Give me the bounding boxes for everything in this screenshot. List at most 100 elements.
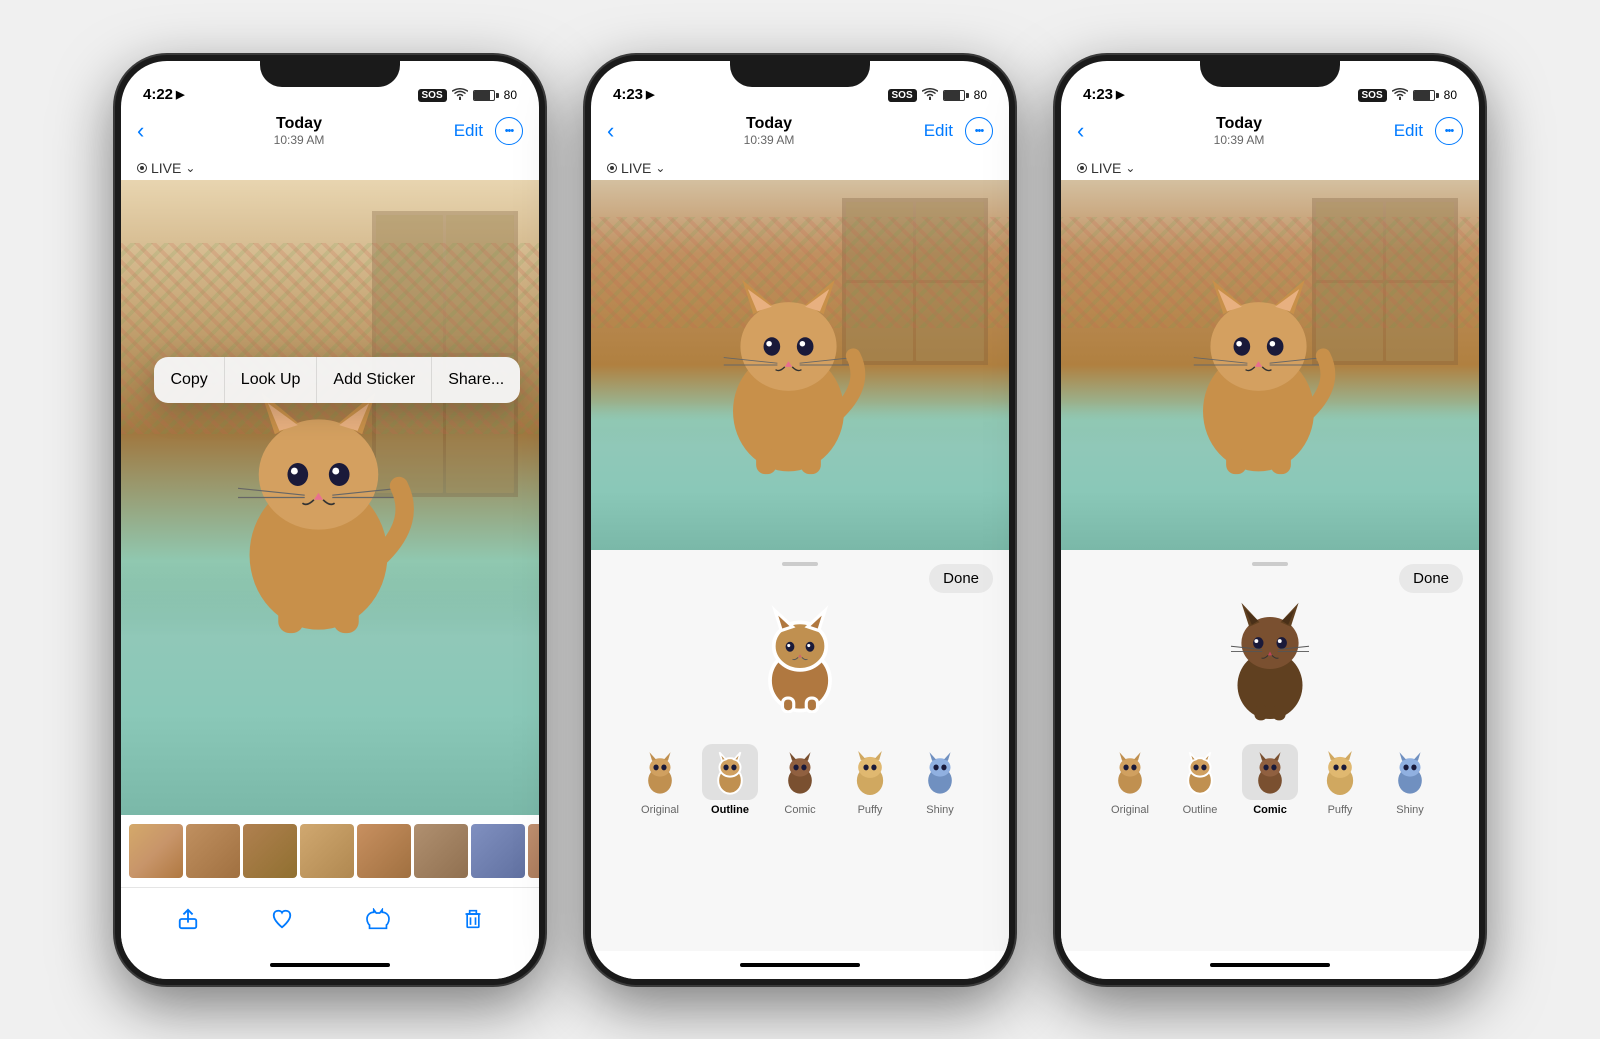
thumb-2[interactable] — [186, 824, 240, 878]
live-bar-1: LIVE ⌄ — [121, 153, 539, 180]
status-icons-3: SOS 80 — [1358, 88, 1457, 103]
sticker-options-2: Original — [632, 736, 968, 820]
notch-3 — [1200, 55, 1340, 87]
thumb-5[interactable] — [357, 824, 411, 878]
battery-3 — [1413, 90, 1439, 101]
sticker-option-comic-3[interactable]: Comic — [1242, 744, 1298, 816]
thumb-1[interactable] — [129, 824, 183, 878]
time-display-1: 4:22 ▶ — [143, 86, 185, 103]
nav-title-1: Today 10:39 AM — [274, 115, 325, 147]
battery-label-3: 80 — [1444, 88, 1457, 102]
context-add-sticker[interactable]: Add Sticker — [317, 357, 432, 403]
status-icons-2: SOS 80 — [888, 88, 987, 103]
sticker-panel-3: Done — [1061, 550, 1479, 951]
time-display-2: 4:23 ▶ — [613, 86, 655, 103]
context-menu-1: Copy Look Up Add Sticker Share... — [154, 357, 520, 403]
phone-body-2: 4:23 ▶ SOS — [585, 55, 1015, 985]
sticker-option-shiny-2[interactable]: Shiny — [912, 744, 968, 816]
location-icon-2: ▶ — [646, 88, 654, 101]
more-button-1[interactable]: ••• — [495, 117, 523, 145]
room-bg-1 — [121, 180, 539, 815]
edit-button-1[interactable]: Edit — [454, 121, 483, 141]
done-button-2[interactable]: Done — [929, 564, 993, 593]
edit-button-3[interactable]: Edit — [1394, 121, 1423, 141]
home-bar-2 — [740, 963, 860, 967]
more-button-3[interactable]: ••• — [1435, 117, 1463, 145]
battery-label-1: 80 — [504, 88, 517, 102]
nav-actions-2: Edit ••• — [924, 117, 993, 145]
sos-badge-3: SOS — [1358, 89, 1387, 102]
edit-button-2[interactable]: Edit — [924, 121, 953, 141]
context-copy[interactable]: Copy — [154, 357, 224, 403]
photo-bg-3 — [1061, 180, 1479, 550]
done-button-3[interactable]: Done — [1399, 564, 1463, 593]
notch-2 — [730, 55, 870, 87]
photo-bg-2 — [591, 180, 1009, 550]
sticker-option-comic-2[interactable]: Comic — [772, 744, 828, 816]
thumb-7[interactable] — [471, 824, 525, 878]
sos-badge-1: SOS — [418, 89, 447, 102]
nav-bar-1: ‹ Today 10:39 AM Edit ••• — [121, 109, 539, 153]
photo-area-3[interactable] — [1061, 180, 1479, 550]
live-badge-3[interactable]: LIVE ⌄ — [1077, 160, 1135, 176]
screen-1: 4:22 ▶ SOS — [121, 61, 539, 979]
room-bg-2 — [591, 180, 1009, 550]
screen-2: 4:23 ▶ SOS — [591, 61, 1009, 979]
thumb-6[interactable] — [414, 824, 468, 878]
home-indicator-1 — [121, 951, 539, 979]
location-icon-3: ▶ — [1116, 88, 1124, 101]
cat-button-1[interactable] — [365, 908, 391, 930]
notch-1 — [260, 55, 400, 87]
share-button-1[interactable] — [177, 908, 199, 930]
status-icons-1: SOS 80 — [418, 88, 517, 103]
battery-label-2: 80 — [974, 88, 987, 102]
more-button-2[interactable]: ••• — [965, 117, 993, 145]
context-share[interactable]: Share... — [432, 357, 520, 403]
phone-3: 4:23 ▶ SOS — [1055, 55, 1485, 985]
sos-badge-2: SOS — [888, 89, 917, 102]
back-button-2[interactable]: ‹ — [607, 118, 614, 144]
phone-1: 4:22 ▶ SOS — [115, 55, 545, 985]
sticker-option-outline-2[interactable]: Outline — [702, 744, 758, 816]
location-icon-1: ▶ — [176, 88, 184, 101]
heart-button-1[interactable] — [271, 908, 293, 930]
context-lookup[interactable]: Look Up — [225, 357, 318, 403]
panel-handle-3 — [1252, 562, 1288, 566]
photo-area-2[interactable] — [591, 180, 1009, 550]
home-bar-1 — [270, 963, 390, 967]
sticker-option-original-2[interactable]: Original — [632, 744, 688, 816]
sticker-option-puffy-2[interactable]: Puffy — [842, 744, 898, 816]
photo-bg-1 — [121, 180, 539, 815]
wifi-icon-1 — [452, 88, 468, 103]
thumb-4[interactable] — [300, 824, 354, 878]
sticker-option-shiny-3[interactable]: Shiny — [1382, 744, 1438, 816]
nav-bar-2: ‹ Today 10:39 AM Edit ••• — [591, 109, 1009, 153]
back-button-1[interactable]: ‹ — [137, 118, 144, 144]
thumb-8[interactable] — [528, 824, 539, 878]
sticker-options-3: Original — [1102, 736, 1438, 820]
sticker-option-puffy-3[interactable]: Puffy — [1312, 744, 1368, 816]
sticker-option-outline-3[interactable]: Outline — [1172, 744, 1228, 816]
room-bg-3 — [1061, 180, 1479, 550]
sticker-panel-2: Done — [591, 550, 1009, 951]
nav-actions-3: Edit ••• — [1394, 117, 1463, 145]
thumbnail-strip-1 — [121, 815, 539, 887]
time-display-3: 4:23 ▶ — [1083, 86, 1125, 103]
phone-body-3: 4:23 ▶ SOS — [1055, 55, 1485, 985]
photo-area-1[interactable]: Copy Look Up Add Sticker Share... — [121, 180, 539, 815]
wifi-icon-2 — [922, 88, 938, 103]
thumb-3[interactable] — [243, 824, 297, 878]
home-indicator-3 — [1061, 951, 1479, 979]
sticker-option-original-3[interactable]: Original — [1102, 744, 1158, 816]
nav-title-3: Today 10:39 AM — [1214, 115, 1265, 147]
live-badge-2[interactable]: LIVE ⌄ — [607, 160, 665, 176]
screen-3: 4:23 ▶ SOS — [1061, 61, 1479, 979]
live-badge-1[interactable]: LIVE ⌄ — [137, 160, 195, 176]
trash-button-1[interactable] — [463, 908, 483, 930]
cat-image-3 — [1144, 254, 1374, 476]
sticker-preview-3 — [1215, 576, 1325, 736]
battery-1 — [473, 90, 499, 101]
toolbar-1 — [121, 887, 539, 951]
cat-image-2 — [674, 254, 904, 476]
back-button-3[interactable]: ‹ — [1077, 118, 1084, 144]
